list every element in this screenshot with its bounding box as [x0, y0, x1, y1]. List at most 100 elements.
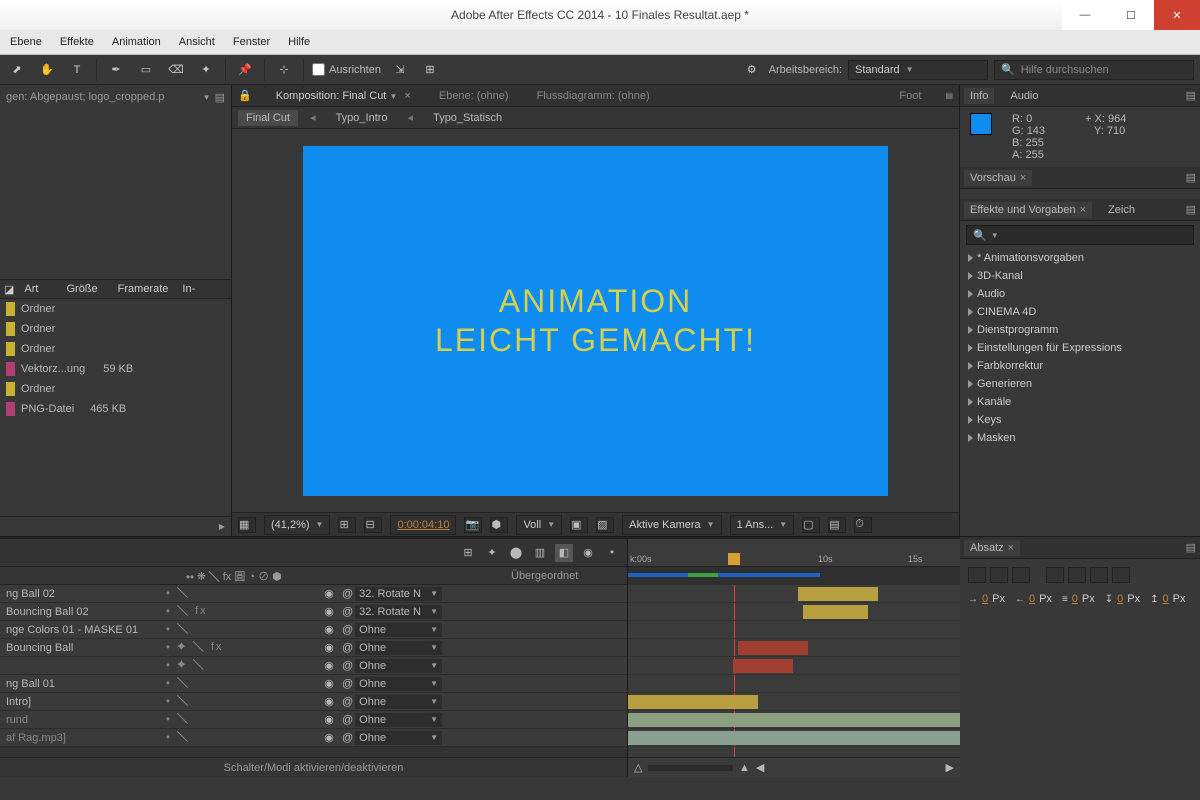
- effect-category[interactable]: Farbkorrektur: [960, 357, 1200, 375]
- pickwhip-icon[interactable]: @: [342, 660, 353, 672]
- tab-footage[interactable]: Foot: [895, 90, 925, 102]
- region-icon[interactable]: ▣: [570, 517, 588, 533]
- grid-icon[interactable]: ⊞: [419, 59, 441, 81]
- effects-search[interactable]: 🔍▼: [966, 225, 1194, 245]
- clone-tool-icon[interactable]: ✦: [195, 59, 217, 81]
- effect-category[interactable]: Masken: [960, 429, 1200, 447]
- justify-left-icon[interactable]: [1046, 567, 1064, 583]
- layer-row[interactable]: nge Colors 01 - MASKE 01⬩ ╲◉@Ohne▼: [0, 621, 627, 639]
- zoom-dropdown[interactable]: (41,2%) ▼: [264, 515, 330, 535]
- panel-menu-icon[interactable]: ▤: [945, 91, 953, 100]
- effect-category[interactable]: Generieren: [960, 375, 1200, 393]
- align-checkbox-input[interactable]: [312, 63, 325, 76]
- layer-row[interactable]: Bouncing Ball 02⬩ ╲ fx◉@32. Rotate N▼: [0, 603, 627, 621]
- minimize-button[interactable]: —: [1062, 0, 1108, 30]
- layer-row[interactable]: Bouncing Ball⬩ ✦ ╲ fx◉@Ohne▼: [0, 639, 627, 657]
- viewer-guides-icon[interactable]: ⊟: [364, 517, 382, 533]
- effect-category[interactable]: Einstellungen für Expressions: [960, 339, 1200, 357]
- project-row[interactable]: PNG-Datei465 KB: [0, 399, 231, 419]
- tab-zeichen[interactable]: Zeich: [1102, 202, 1141, 218]
- tab-composition[interactable]: Komposition: Final Cut ▼ ×: [272, 90, 415, 102]
- scroll-icon[interactable]: ▶: [219, 522, 225, 531]
- project-row[interactable]: Ordner: [0, 339, 231, 359]
- hand-tool-icon[interactable]: ✋: [36, 59, 58, 81]
- effect-category[interactable]: 3D-Kanal: [960, 267, 1200, 285]
- close-button[interactable]: ✕: [1154, 0, 1200, 30]
- timeline-footer[interactable]: Schalter/Modi aktivieren/deaktivieren: [0, 757, 627, 777]
- parent-dropdown[interactable]: Ohne▼: [355, 623, 442, 637]
- panel-menu-icon[interactable]: ▤: [1186, 89, 1196, 102]
- resolution-dropdown[interactable]: Voll ▼: [516, 515, 562, 535]
- transparency-icon[interactable]: ▨: [596, 517, 614, 533]
- scroll-right-icon[interactable]: ▶: [946, 761, 954, 774]
- zoom-out-icon[interactable]: △: [634, 761, 642, 774]
- views-dropdown[interactable]: 1 Ans... ▼: [730, 515, 795, 535]
- pickwhip-icon[interactable]: @: [342, 606, 353, 618]
- zoom-in-icon[interactable]: ▲: [739, 762, 750, 774]
- pickwhip-icon[interactable]: @: [342, 678, 353, 690]
- tab-effekte[interactable]: Effekte und Vorgaben×: [964, 202, 1092, 218]
- menu-ebene[interactable]: Ebene: [10, 36, 42, 48]
- tl-icon[interactable]: ⬤: [507, 544, 525, 562]
- parent-dropdown[interactable]: 32. Rotate N▼: [355, 605, 442, 619]
- pin-tool-icon[interactable]: 📌: [234, 59, 256, 81]
- shape-tool-icon[interactable]: ▭: [135, 59, 157, 81]
- effect-category[interactable]: Keys: [960, 411, 1200, 429]
- layer-row[interactable]: Intro]⬩ ╲◉@Ohne▼: [0, 693, 627, 711]
- menu-fenster[interactable]: Fenster: [233, 36, 270, 48]
- space-before-field[interactable]: ↧ 0 Px: [1105, 593, 1140, 605]
- parent-dropdown[interactable]: Ohne▼: [355, 713, 442, 727]
- viewer-icon-a[interactable]: ▢: [802, 517, 820, 533]
- tab-absatz[interactable]: Absatz×: [964, 540, 1020, 556]
- menu-hilfe[interactable]: Hilfe: [288, 36, 310, 48]
- panel-menu-icon[interactable]: ▤: [1186, 203, 1196, 216]
- pickwhip-icon[interactable]: @: [342, 624, 353, 636]
- pickwhip-icon[interactable]: @: [342, 696, 353, 708]
- justify-center-icon[interactable]: [1068, 567, 1086, 583]
- col-swatch[interactable]: ◪: [4, 283, 14, 296]
- tab-vorschau[interactable]: Vorschau×: [964, 170, 1032, 186]
- indent-field[interactable]: ← 0 Px: [1015, 593, 1052, 605]
- panel-menu-icon[interactable]: ▤: [1186, 541, 1196, 554]
- lock-icon[interactable]: 🔒: [238, 89, 252, 102]
- help-search[interactable]: 🔍 Hilfe durchsuchen: [994, 60, 1194, 80]
- panel-menu-icon[interactable]: ▤: [1186, 171, 1196, 184]
- maximize-button[interactable]: ☐: [1108, 0, 1154, 30]
- eraser-tool-icon[interactable]: ⌫: [165, 59, 187, 81]
- justify-full-icon[interactable]: [1112, 567, 1130, 583]
- viewer-icon-b[interactable]: ▤: [828, 517, 846, 533]
- visibility-icon[interactable]: ◉: [320, 659, 338, 672]
- tl-icon[interactable]: ◧: [555, 544, 573, 562]
- menu-ansicht[interactable]: Ansicht: [179, 36, 215, 48]
- layer-row[interactable]: ng Ball 02⬩ ╲◉@32. Rotate N▼: [0, 585, 627, 603]
- tl-icon[interactable]: ◉: [579, 544, 597, 562]
- timeline-tracks[interactable]: k:00s 5s 10s 15s: [628, 539, 960, 777]
- menu-animation[interactable]: Animation: [112, 36, 161, 48]
- selection-tool-icon[interactable]: ⬈: [6, 59, 28, 81]
- layer-row[interactable]: ng Ball 01⬩ ╲◉@Ohne▼: [0, 675, 627, 693]
- justify-right-icon[interactable]: [1090, 567, 1108, 583]
- project-row[interactable]: Vektorz...ung59 KB: [0, 359, 231, 379]
- snapshot-icon[interactable]: 📷: [464, 517, 482, 533]
- bc-typointro[interactable]: Typo_Intro: [328, 110, 396, 126]
- timecode-display[interactable]: 0:00:04:10: [390, 515, 456, 535]
- visibility-icon[interactable]: ◉: [320, 641, 338, 654]
- project-row[interactable]: Ordner: [0, 379, 231, 399]
- scroll-left-icon[interactable]: ◀: [756, 761, 764, 774]
- tl-icon[interactable]: ✦: [483, 544, 501, 562]
- visibility-icon[interactable]: ◉: [320, 695, 338, 708]
- pickwhip-icon[interactable]: @: [342, 714, 353, 726]
- workspace-dropdown[interactable]: Standard▼: [848, 60, 988, 80]
- parent-dropdown[interactable]: Ohne▼: [355, 659, 442, 673]
- effect-category[interactable]: CINEMA 4D: [960, 303, 1200, 321]
- tl-icon[interactable]: ⊞: [459, 544, 477, 562]
- panel-menu-icon[interactable]: ▤: [215, 91, 225, 104]
- tab-info[interactable]: Info: [964, 88, 994, 104]
- playhead[interactable]: [728, 553, 740, 565]
- text-tool-icon[interactable]: T: [66, 59, 88, 81]
- visibility-icon[interactable]: ◉: [320, 731, 338, 744]
- align-left-icon[interactable]: [968, 567, 986, 583]
- tab-audio[interactable]: Audio: [1004, 88, 1044, 104]
- align-center-icon[interactable]: [990, 567, 1008, 583]
- bc-finalcut[interactable]: Final Cut: [238, 110, 298, 126]
